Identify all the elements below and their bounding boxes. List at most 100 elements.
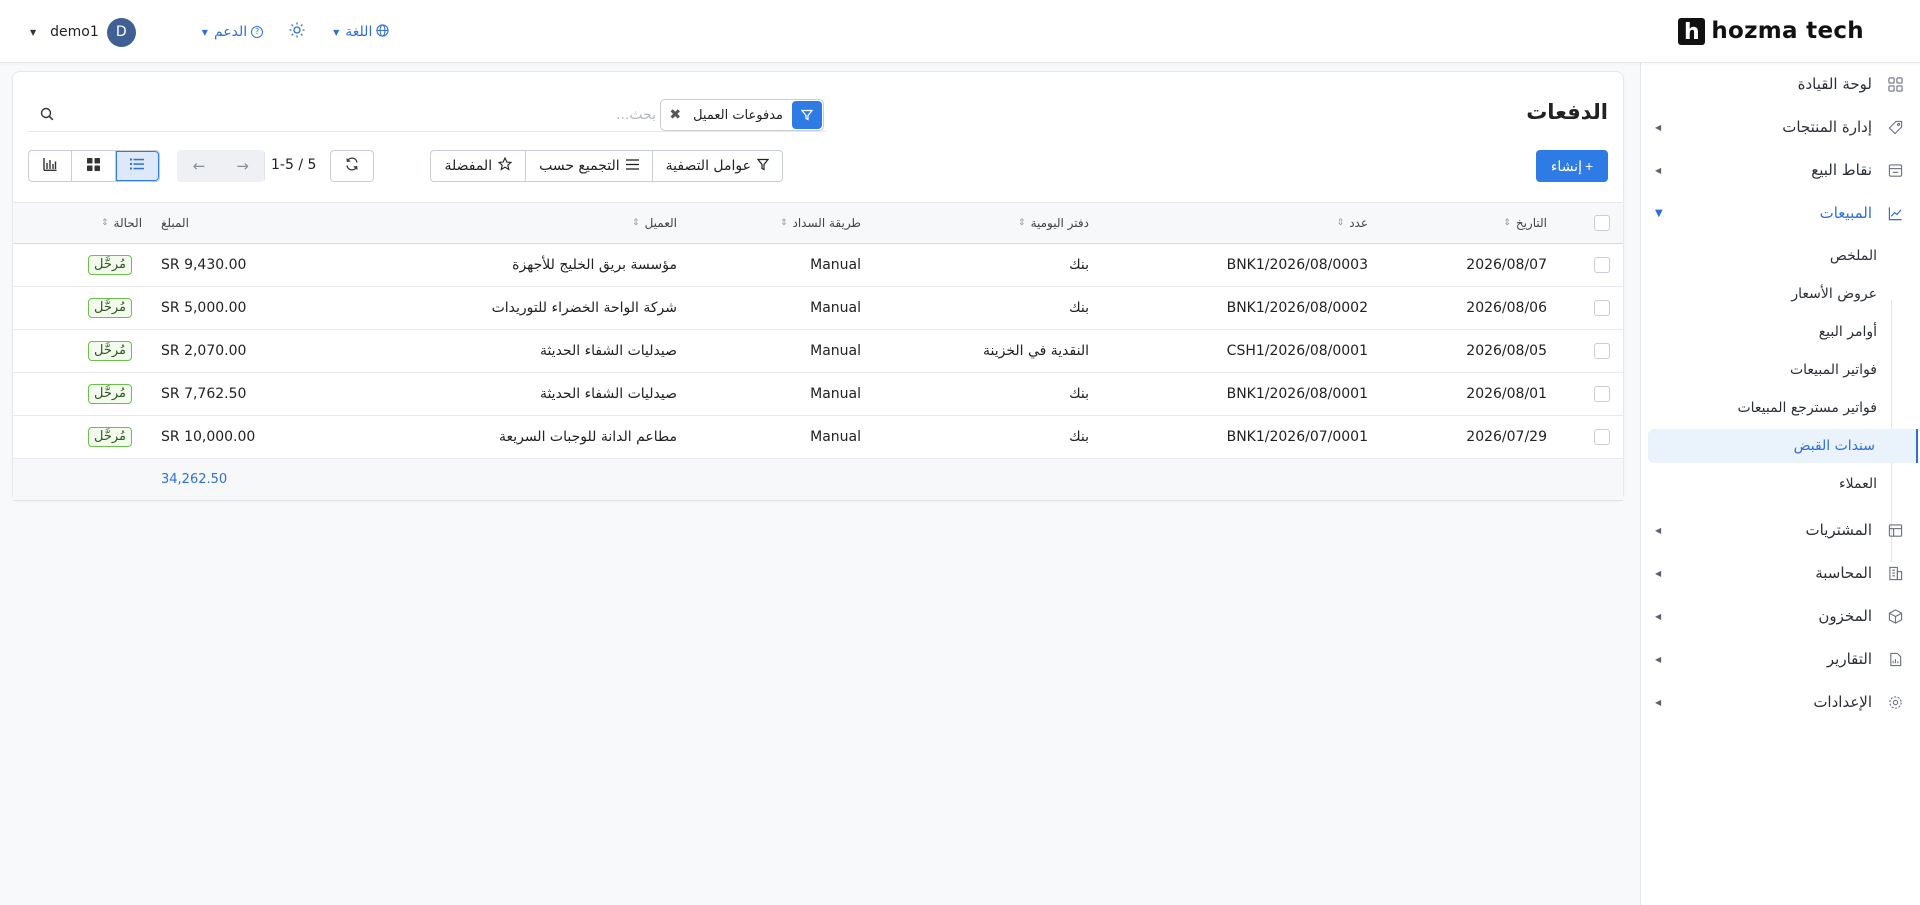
sidebar-item-inventory[interactable]: المخزون ◀ xyxy=(1640,596,1920,636)
caret-left-icon: ◀ xyxy=(1655,122,1662,132)
sidebar-item-dashboard[interactable]: لوحة القيادة xyxy=(1640,64,1920,104)
search-icon[interactable] xyxy=(38,107,54,123)
column-header-customer[interactable]: العميل ⇕ xyxy=(632,203,677,243)
table-row[interactable]: 2026/08/06 BNK1/2026/08/0002 بنك Manual … xyxy=(13,287,1623,330)
column-header-payment-method[interactable]: طريقة السداد ⇕ xyxy=(780,203,861,243)
sidebar-subitem-credit-notes[interactable]: فواتير مسترجع المبيعات xyxy=(1648,391,1880,425)
list-view-button[interactable] xyxy=(115,151,160,181)
column-header-amount[interactable]: المبلغ xyxy=(161,203,189,243)
sidebar-subitem-summary[interactable]: الملخص xyxy=(1648,239,1880,273)
language-caret-icon: ▼ xyxy=(333,27,340,37)
cell-number: BNK1/2026/07/0001 xyxy=(1226,429,1368,445)
sort-icon: ⇕ xyxy=(1503,218,1511,228)
sidebar-item-accounting[interactable]: المحاسبة ◀ xyxy=(1640,553,1920,593)
sidebar-item-label: إدارة المنتجات xyxy=(1782,118,1872,136)
status-badge: مُرحَّل xyxy=(88,244,133,286)
language-label: اللغة xyxy=(345,24,373,40)
sidebar-item-reports[interactable]: التقارير ◀ xyxy=(1640,639,1920,679)
sidebar-subitem-customers[interactable]: العملاء xyxy=(1648,467,1880,501)
support-menu[interactable]: ▼ الدعم ? xyxy=(201,24,264,40)
support-label: الدعم xyxy=(213,24,248,40)
top-bar: h hozma tech ▼ demo1 D ▼ الدعم ? ▼ اللغة xyxy=(0,0,1920,63)
sidebar-item-label: الإعدادات xyxy=(1813,693,1872,711)
sidebar-subitem-sales-orders[interactable]: أوامر البيع xyxy=(1648,315,1880,349)
star-icon xyxy=(497,156,513,175)
caret-left-icon: ◀ xyxy=(1655,611,1662,621)
row-checkbox[interactable] xyxy=(1594,244,1610,286)
filters-button[interactable]: عوامل التصفية xyxy=(651,151,782,181)
view-switcher xyxy=(28,150,160,182)
pager-value[interactable]: 1-5 / 5 xyxy=(271,157,316,173)
sidebar-item-label: لوحة القيادة xyxy=(1797,75,1872,93)
row-checkbox[interactable] xyxy=(1594,416,1610,458)
gear-icon xyxy=(1887,694,1903,710)
table-footer: 34,262.50 xyxy=(13,459,1623,501)
caret-left-icon: ◀ xyxy=(1655,654,1662,664)
caret-left-icon: ◀ xyxy=(1655,525,1662,535)
sidebar-item-purchases[interactable]: المشتريات ◀ xyxy=(1640,510,1920,550)
cell-customer: مؤسسة بريق الخليج للأجهزة xyxy=(512,257,677,273)
close-icon[interactable]: ✖ xyxy=(661,107,689,123)
status-badge: مُرحَّل xyxy=(88,373,133,415)
logo-mark: h xyxy=(1678,17,1706,45)
table-row[interactable]: 2026/08/07 BNK1/2026/08/0003 بنك Manual … xyxy=(13,244,1623,287)
filter-icon xyxy=(792,101,822,129)
sidebar-subitem-receipts[interactable]: سندات القبض xyxy=(1648,429,1918,463)
column-header-number[interactable]: عدد ⇕ xyxy=(1337,203,1368,243)
select-all-checkbox[interactable] xyxy=(1594,203,1610,243)
sidebar-subitem-sales-invoices[interactable]: فواتير المبيعات xyxy=(1648,353,1880,387)
sidebar-item-settings[interactable]: الإعدادات ◀ xyxy=(1640,682,1920,722)
status-badge: مُرحَّل xyxy=(88,330,133,372)
pager-next-icon[interactable]: → xyxy=(221,150,265,182)
page-title: الدفعات xyxy=(1526,100,1608,124)
row-checkbox[interactable] xyxy=(1594,330,1610,372)
pager-prev-icon[interactable]: ← xyxy=(177,150,221,182)
groupby-button[interactable]: التجميع حسب xyxy=(525,151,652,181)
status-badge: مُرحَّل xyxy=(88,287,133,329)
column-header-status[interactable]: الحالة ⇕ xyxy=(101,203,142,243)
cell-customer: مطاعم الدانة للوجبات السريعة xyxy=(498,429,677,445)
cell-number: BNK1/2026/08/0002 xyxy=(1226,300,1368,316)
refresh-button[interactable] xyxy=(330,150,374,182)
search-options: عوامل التصفية التجميع حسب المفضلة xyxy=(430,150,783,182)
status-badge: مُرحَّل xyxy=(88,416,133,458)
search-input[interactable] xyxy=(68,102,656,128)
sidebar-item-pos[interactable]: نقاط البيع ◀ xyxy=(1640,150,1920,190)
cell-journal: بنك xyxy=(1069,429,1089,445)
create-button[interactable]: + إنشاء xyxy=(1536,150,1608,182)
column-header-journal[interactable]: دفتر اليومية ⇕ xyxy=(1018,203,1089,243)
user-caret-icon: ▼ xyxy=(30,27,37,37)
logo-text: hozma tech xyxy=(1711,18,1864,44)
favorites-button[interactable]: المفضلة xyxy=(431,151,525,181)
filter-facet[interactable]: مدفوعات العميل ✖ xyxy=(660,99,824,131)
table-row[interactable]: 2026/07/29 BNK1/2026/07/0001 بنك Manual … xyxy=(13,416,1623,459)
favorites-label: المفضلة xyxy=(444,158,493,174)
user-menu[interactable]: ▼ demo1 D xyxy=(30,17,136,47)
sidebar-item-sales[interactable]: المبيعات ▼ xyxy=(1640,193,1920,233)
table-row[interactable]: 2026/08/01 BNK1/2026/08/0001 بنك Manual … xyxy=(13,373,1623,416)
caret-left-icon: ◀ xyxy=(1655,568,1662,578)
sidebar-item-products[interactable]: إدارة المنتجات ◀ xyxy=(1640,107,1920,147)
row-checkbox[interactable] xyxy=(1594,373,1610,415)
cell-payment-method: Manual xyxy=(810,429,861,445)
sort-icon: ⇕ xyxy=(101,218,109,228)
support-caret-icon: ▼ xyxy=(201,27,208,37)
sidebar-subitem-label: فواتير مسترجع المبيعات xyxy=(1737,400,1877,416)
building-icon xyxy=(1887,565,1903,581)
sidebar-subitem-label: فواتير المبيعات xyxy=(1789,362,1877,378)
cell-date: 2026/08/06 xyxy=(1466,300,1547,316)
graph-view-button[interactable] xyxy=(29,151,73,181)
theme-toggle-icon[interactable] xyxy=(289,22,305,42)
row-checkbox[interactable] xyxy=(1594,287,1610,329)
cell-journal: بنك xyxy=(1069,300,1089,316)
brand-logo[interactable]: h hozma tech xyxy=(1678,17,1864,45)
list-lines-icon xyxy=(625,158,639,174)
sidebar-subitem-quotations[interactable]: عروض الأسعار xyxy=(1648,277,1880,311)
language-menu[interactable]: ▼ اللغة xyxy=(333,23,389,41)
column-header-date[interactable]: التاريخ ⇕ xyxy=(1503,203,1547,243)
sidebar: لوحة القيادة إدارة المنتجات ◀ نقاط البيع… xyxy=(1640,63,1920,905)
cell-number: BNK1/2026/08/0001 xyxy=(1226,386,1368,402)
kanban-view-button[interactable] xyxy=(72,151,116,181)
table-row[interactable]: 2026/08/05 CSH1/2026/08/0001 النقدية في … xyxy=(13,330,1623,373)
table-header: التاريخ ⇕ عدد ⇕ دفتر اليومية ⇕ طريقة السداد… xyxy=(13,202,1623,244)
